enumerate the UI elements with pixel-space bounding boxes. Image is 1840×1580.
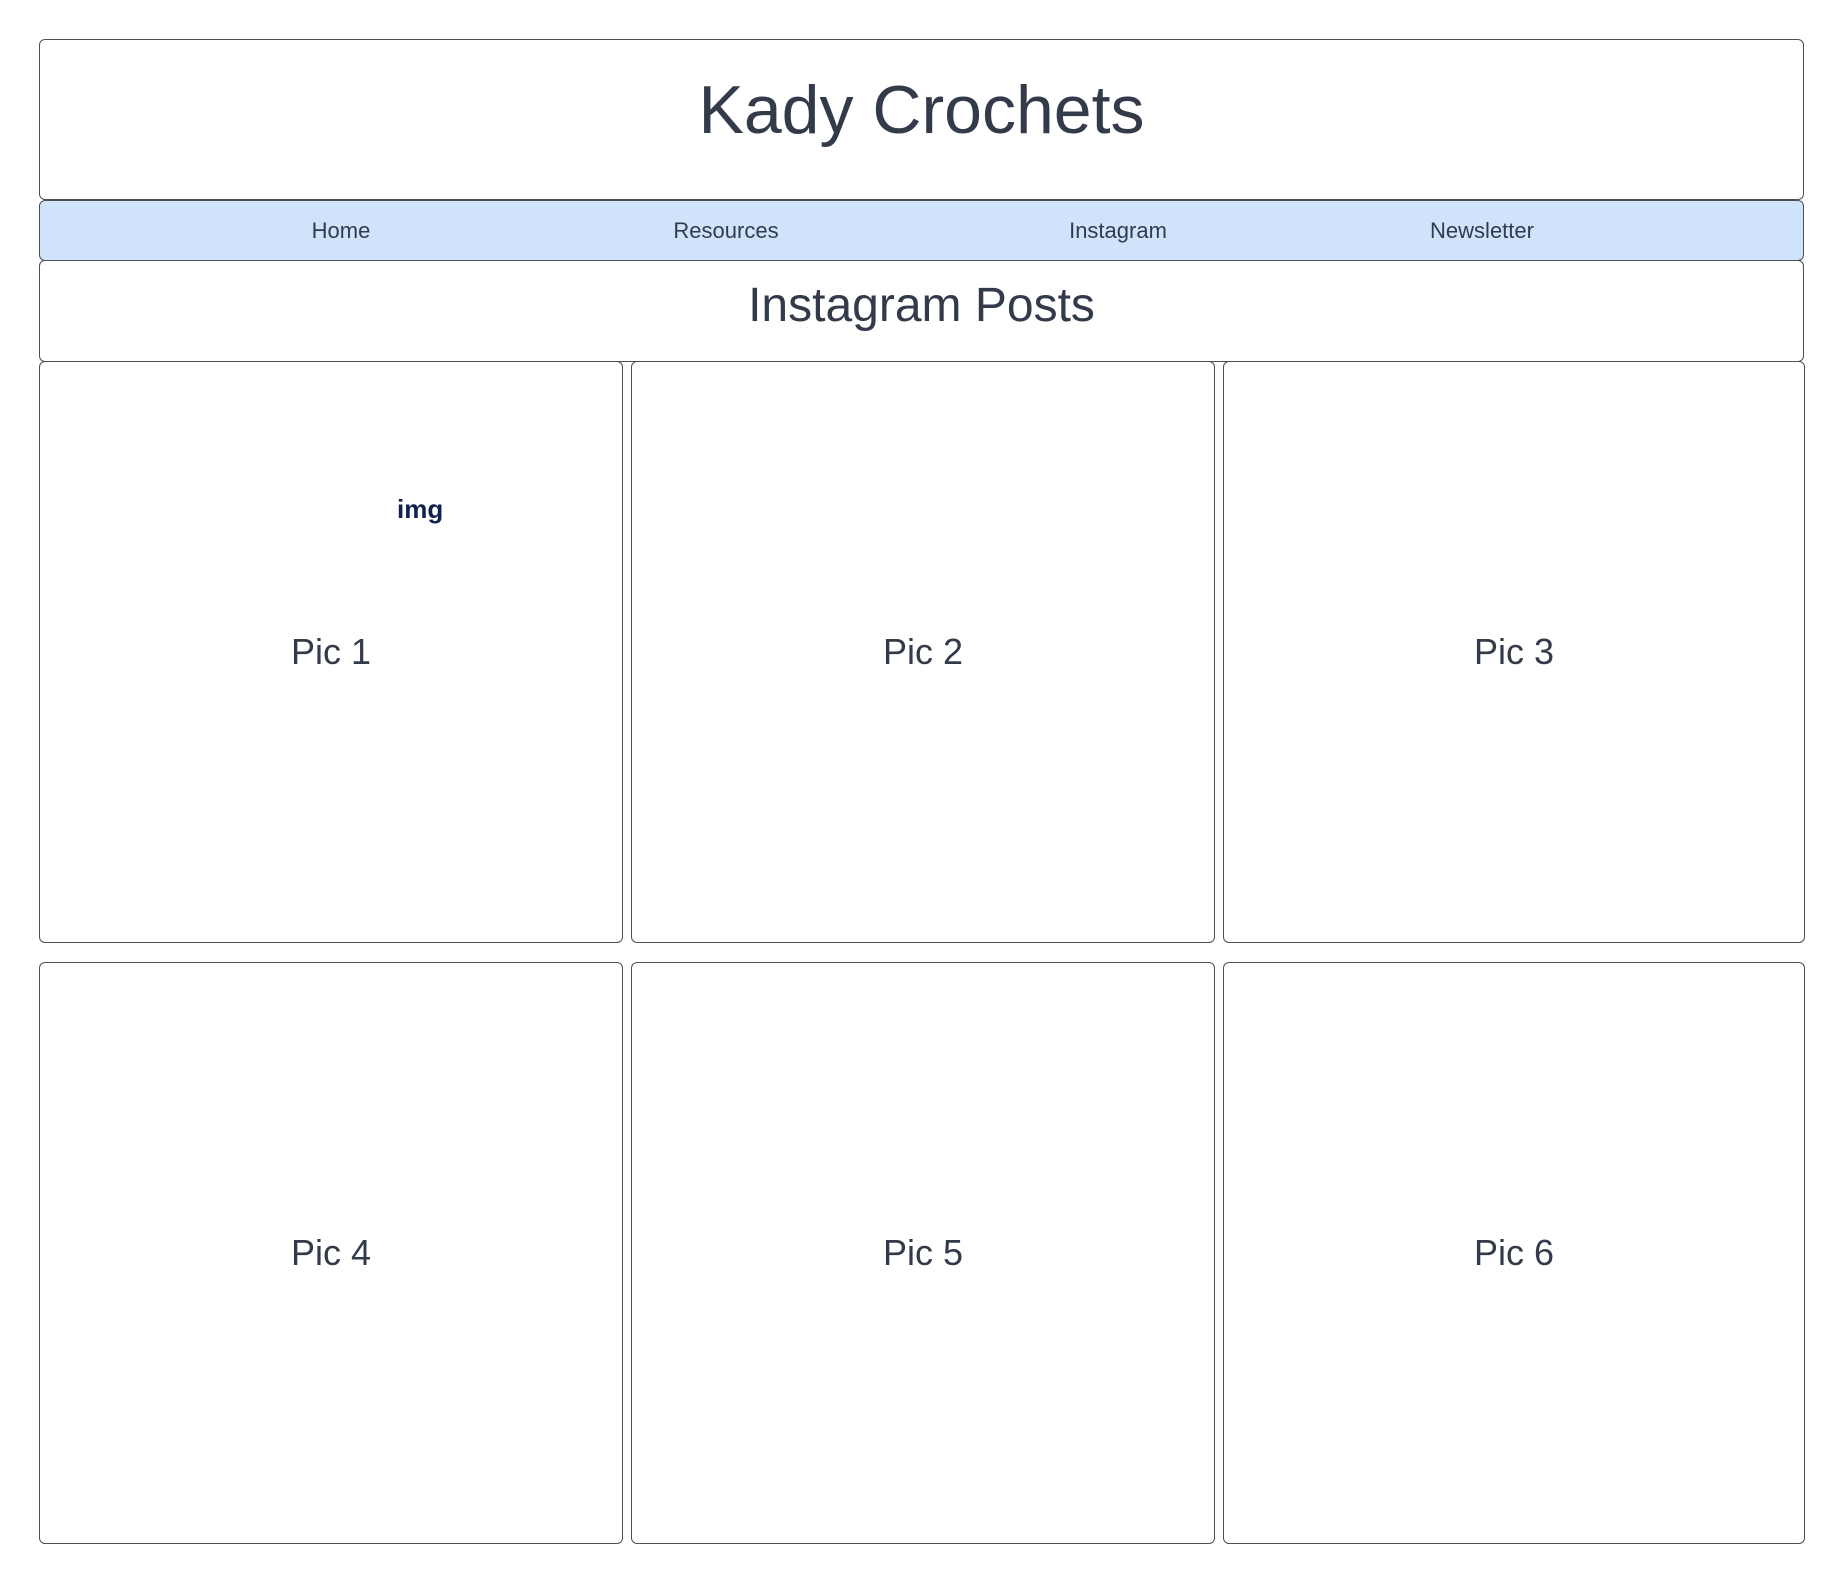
img-placeholder-tag: img bbox=[397, 494, 444, 524]
post-card-4[interactable]: Pic 4 bbox=[39, 962, 623, 1544]
nav-item-newsletter[interactable]: Newsletter bbox=[1430, 201, 1534, 260]
post-label-2: Pic 2 bbox=[882, 631, 964, 672]
post-label-1: Pic 1 bbox=[290, 631, 372, 672]
nav-item-home[interactable]: Home bbox=[312, 201, 371, 260]
post-label-5: Pic 5 bbox=[882, 1232, 964, 1273]
post-card-6[interactable]: Pic 6 bbox=[1223, 962, 1805, 1544]
post-label-3: Pic 3 bbox=[1473, 631, 1555, 672]
section-heading-box: Instagram Posts bbox=[39, 260, 1804, 362]
site-title: Kady Crochets bbox=[698, 71, 1145, 148]
nav-item-instagram[interactable]: Instagram bbox=[1069, 201, 1167, 260]
post-label-6: Pic 6 bbox=[1473, 1232, 1555, 1273]
nav-bar: Home Resources Instagram Newsletter bbox=[39, 200, 1804, 261]
post-card-5[interactable]: Pic 5 bbox=[631, 962, 1215, 1544]
site-header: Kady Crochets bbox=[39, 39, 1804, 200]
nav-item-resources[interactable]: Resources bbox=[673, 201, 778, 260]
post-label-4: Pic 4 bbox=[290, 1232, 372, 1273]
post-card-2[interactable]: Pic 2 bbox=[631, 361, 1215, 943]
post-card-1[interactable]: img Pic 1 bbox=[39, 361, 623, 943]
post-card-3[interactable]: Pic 3 bbox=[1223, 361, 1805, 943]
section-heading: Instagram Posts bbox=[748, 278, 1095, 332]
